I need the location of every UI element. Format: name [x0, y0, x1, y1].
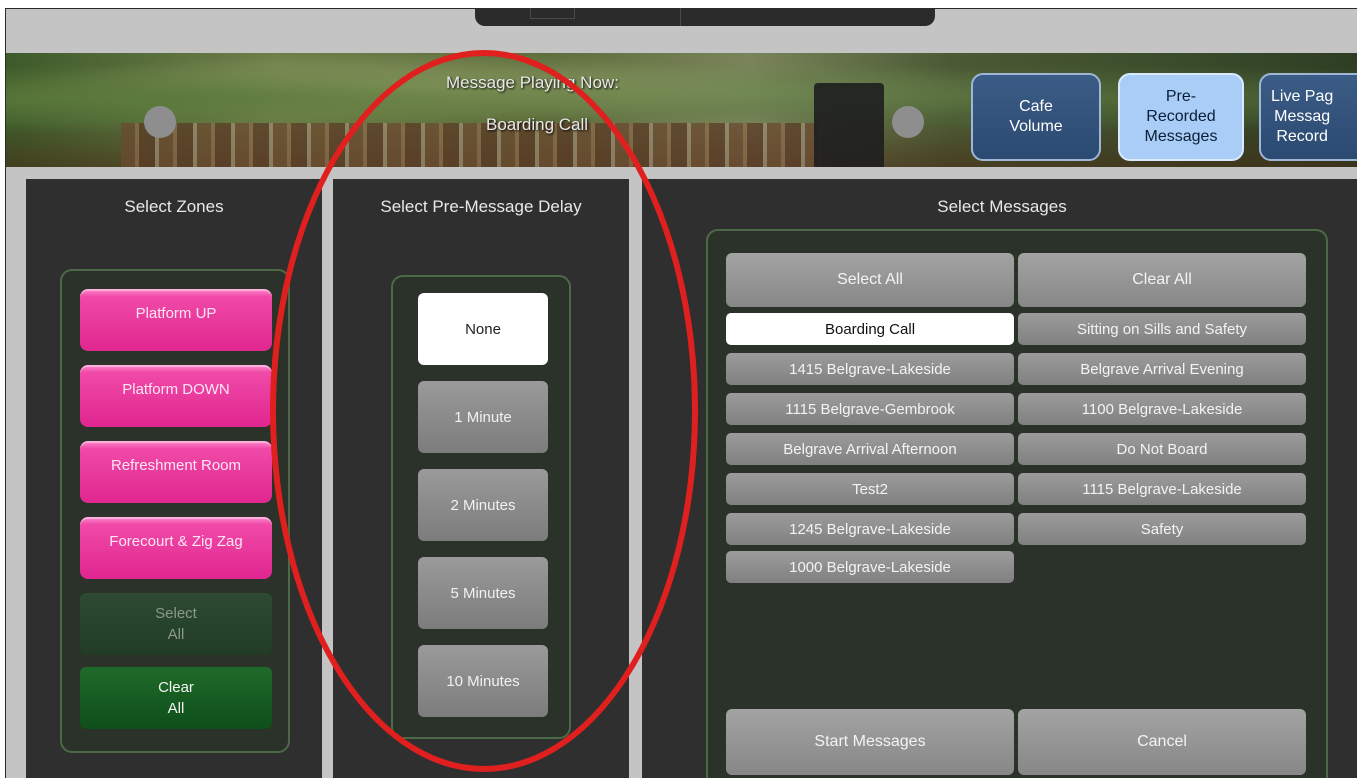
message-boarding-call[interactable]: Boarding Call — [726, 313, 1014, 345]
indicator-dot-right — [892, 106, 924, 138]
zones-panel: Select Zones Platform UP Platform DOWN R… — [26, 179, 322, 778]
zones-clear-all-button[interactable]: Clear All — [80, 667, 272, 729]
delay-1-minute-button[interactable]: 1 Minute — [418, 381, 548, 453]
messages-group: Select All Clear All Boarding Call 1415 … — [706, 229, 1328, 778]
cafe-volume-button[interactable]: Cafe Volume — [971, 73, 1101, 161]
messages-clear-all-button[interactable]: Clear All — [1018, 253, 1306, 307]
header-banner: Message Playing Now: Boarding Call Cafe … — [6, 53, 1357, 167]
live-page-message-button[interactable]: Live Pag Messag Record — [1259, 73, 1357, 161]
messages-title: Select Messages — [937, 197, 1067, 216]
delay-2-minutes-button[interactable]: 2 Minutes — [418, 469, 548, 541]
cancel-button[interactable]: Cancel — [1018, 709, 1306, 775]
live-page-message-label: Live Pag Messag Record — [1271, 88, 1334, 145]
pre-recorded-messages-label: Pre- Recorded Messages — [1144, 88, 1218, 145]
train-photo — [121, 123, 821, 167]
message-test2[interactable]: Test2 — [726, 473, 1014, 505]
message-1000-belgrave-lakeside[interactable]: 1000 Belgrave-Lakeside — [726, 551, 1014, 583]
app-window: Message Playing Now: Boarding Call Cafe … — [5, 8, 1357, 778]
cafe-volume-label: Cafe Volume — [1009, 98, 1063, 135]
zones-select-all-button[interactable]: Select All — [80, 593, 272, 655]
delay-panel: Select Pre-Message Delay None 1 Minute 2… — [333, 179, 629, 778]
message-belgrave-arrival-afternoon[interactable]: Belgrave Arrival Afternoon — [726, 433, 1014, 465]
delay-10-minutes-button[interactable]: 10 Minutes — [418, 645, 548, 717]
messages-panel: Select Messages Select All Clear All Boa… — [642, 179, 1357, 778]
message-sitting-on-sills-and-safety[interactable]: Sitting on Sills and Safety — [1018, 313, 1306, 345]
delay-none-button[interactable]: None — [418, 293, 548, 365]
message-1100-belgrave-lakeside[interactable]: 1100 Belgrave-Lakeside — [1018, 393, 1306, 425]
zone-forecourt-zigzag-button[interactable]: Forecourt & Zig Zag — [80, 517, 272, 579]
locomotive-photo — [814, 83, 884, 167]
start-messages-button[interactable]: Start Messages — [726, 709, 1014, 775]
zone-platform-down-button[interactable]: Platform DOWN — [80, 365, 272, 427]
delay-5-minutes-button[interactable]: 5 Minutes — [418, 557, 548, 629]
grip-segment — [530, 8, 575, 19]
message-do-not-board[interactable]: Do Not Board — [1018, 433, 1306, 465]
message-1115-belgrave-lakeside[interactable]: 1115 Belgrave-Lakeside — [1018, 473, 1306, 505]
message-1415-belgrave-lakeside[interactable]: 1415 Belgrave-Lakeside — [726, 353, 1014, 385]
message-safety[interactable]: Safety — [1018, 513, 1306, 545]
message-belgrave-arrival-evening[interactable]: Belgrave Arrival Evening — [1018, 353, 1306, 385]
grip-divider — [680, 8, 681, 26]
delay-title: Select Pre-Message Delay — [380, 197, 582, 216]
message-1245-belgrave-lakeside[interactable]: 1245 Belgrave-Lakeside — [726, 513, 1014, 545]
messages-select-all-button[interactable]: Select All — [726, 253, 1014, 307]
indicator-dot-left — [144, 106, 176, 138]
message-1115-belgrave-gembrook[interactable]: 1115 Belgrave-Gembrook — [726, 393, 1014, 425]
pre-recorded-messages-button[interactable]: Pre- Recorded Messages — [1118, 73, 1244, 161]
current-message: Boarding Call — [486, 115, 589, 134]
message-playing-label: Message Playing Now: — [446, 73, 619, 92]
window-top-grip[interactable] — [475, 8, 935, 26]
zone-platform-up-button[interactable]: Platform UP — [80, 289, 272, 351]
delay-group: None 1 Minute 2 Minutes 5 Minutes 10 Min… — [391, 275, 571, 739]
zone-refreshment-room-button[interactable]: Refreshment Room — [80, 441, 272, 503]
zones-title: Select Zones — [124, 197, 224, 216]
zones-group: Platform UP Platform DOWN Refreshment Ro… — [60, 269, 290, 753]
